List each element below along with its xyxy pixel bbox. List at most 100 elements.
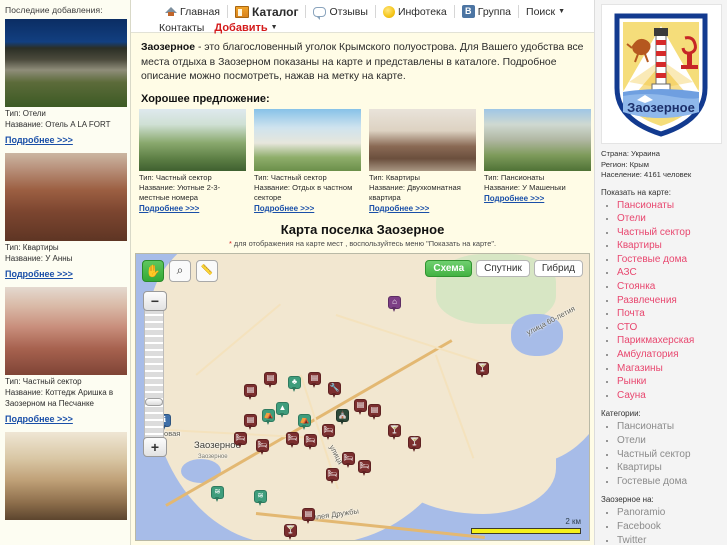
map-pin[interactable]: ⛺ — [298, 413, 311, 430]
zoom-slider[interactable]: − + — [143, 290, 167, 457]
show-on-map-sauna[interactable]: Сауна — [617, 390, 646, 401]
map-pin[interactable]: ▤ — [308, 371, 321, 388]
show-on-map-oteli[interactable]: Отели — [617, 213, 646, 224]
listing-more-link[interactable]: Подробнее >>> — [5, 134, 73, 145]
map-pin[interactable]: 🛏 — [326, 467, 339, 484]
map-pin[interactable]: ▤ — [244, 383, 257, 400]
list-item[interactable]: Facebook — [617, 520, 727, 534]
list-item[interactable]: Гостевые дома — [617, 475, 727, 489]
map-pin[interactable]: ♣ — [288, 375, 301, 392]
map-pin[interactable]: ⛪ — [336, 408, 349, 425]
show-on-map-magaziny[interactable]: Магазины — [617, 363, 663, 374]
list-item[interactable]: Тип: Квартиры Название: У Анны Подробнее… — [0, 153, 130, 287]
nav-item-catalog[interactable]: Каталог — [228, 5, 306, 19]
offer-photo[interactable] — [369, 108, 476, 171]
list-item[interactable]: Магазины — [617, 362, 727, 376]
list-item[interactable]: Сауна — [617, 389, 727, 403]
list-item[interactable]: Парикмахерская — [617, 334, 727, 348]
list-item[interactable]: Квартиры — [617, 461, 727, 475]
map-pin[interactable]: ⌂ — [388, 295, 401, 312]
map-pin[interactable]: 🍸 — [388, 423, 401, 440]
list-item[interactable]: Квартиры — [617, 239, 727, 253]
nav-item-home[interactable]: Главная — [157, 5, 227, 18]
map-pin[interactable]: 🛏 — [286, 431, 299, 448]
list-item[interactable]: Рынки — [617, 375, 727, 389]
show-on-map-ambulatoriya[interactable]: Амбулатория — [617, 349, 679, 360]
nav-item-contacts[interactable]: Контакты — [159, 22, 214, 34]
map-type-satellite-button[interactable]: Спутник — [476, 259, 530, 277]
map-pin[interactable]: 🛏 — [322, 423, 335, 440]
nav-item-group[interactable]: В Группа — [455, 5, 518, 18]
zoom-slider-handle[interactable] — [145, 397, 163, 406]
list-item[interactable]: АЗС — [617, 266, 727, 280]
category-chastny-sektor[interactable]: Частный сектор — [617, 449, 691, 460]
category-oteli[interactable]: Отели — [617, 435, 646, 446]
listing-more-link[interactable]: Подробнее >>> — [5, 268, 73, 279]
nav-item-infoteka[interactable]: Инфотека — [376, 5, 454, 18]
map-pin[interactable]: 🍸 — [408, 435, 421, 452]
offer-card[interactable]: Тип: Частный сектор Название: Отдых в ча… — [254, 108, 361, 214]
show-on-map-rynki[interactable]: Рынки — [617, 376, 646, 387]
listing-photo[interactable] — [5, 153, 127, 241]
social-twitter[interactable]: Twitter — [617, 535, 646, 545]
listing-photo[interactable] — [5, 287, 127, 375]
list-item[interactable]: Тип: Частный сектор Название: Коттедж Ар… — [0, 287, 130, 432]
list-item[interactable]: Отели — [617, 434, 727, 448]
list-item[interactable] — [0, 432, 130, 525]
map-toolbar[interactable]: ✋ ⌕ 📏 — [142, 259, 218, 282]
map-pin[interactable]: ▤ — [302, 507, 315, 524]
social-facebook[interactable]: Facebook — [617, 521, 661, 532]
category-gostevye-doma[interactable]: Гостевые дома — [617, 476, 687, 487]
map-canvas[interactable]: улица 60-летия Садовая Заозерное Заозерн… — [136, 253, 589, 540]
show-on-map-azs[interactable]: АЗС — [617, 267, 637, 278]
list-item[interactable]: Частный сектор — [617, 226, 727, 240]
pan-tool-button[interactable]: ✋ — [142, 259, 164, 282]
nav-item-reviews[interactable]: Отзывы — [306, 6, 374, 20]
list-item[interactable]: Частный сектор — [617, 448, 727, 462]
offer-more-link[interactable]: Подробнее >>> — [484, 193, 544, 204]
map-pin[interactable]: 🍸 — [284, 523, 297, 540]
offer-photo[interactable] — [139, 108, 246, 171]
map-pin[interactable]: 🛏 — [342, 451, 355, 468]
list-item[interactable]: Развлечения — [617, 294, 727, 308]
offer-photo[interactable] — [254, 108, 361, 171]
list-item[interactable]: Пансионаты — [617, 199, 727, 213]
list-item[interactable]: Отели — [617, 212, 727, 226]
category-kvartiry[interactable]: Квартиры — [617, 462, 662, 473]
category-pansionaty[interactable]: Пансионаты — [617, 421, 674, 432]
show-on-map-chastny-sektor[interactable]: Частный сектор — [617, 227, 691, 238]
map-pin[interactable]: ≋ — [211, 485, 224, 502]
map-pin[interactable]: ≋ — [254, 489, 267, 506]
map-pin[interactable]: ⛺ — [262, 408, 275, 425]
map-pin[interactable]: ▤ — [264, 371, 277, 388]
list-item[interactable]: Panoramio — [617, 506, 727, 520]
list-item[interactable]: Амбулатория — [617, 348, 727, 362]
list-item[interactable]: Twitter — [617, 534, 727, 545]
social-panoramio[interactable]: Panoramio — [617, 507, 665, 518]
map-type-hybrid-button[interactable]: Гибрид — [533, 259, 583, 277]
map-pin[interactable]: ▤ — [368, 403, 381, 420]
offer-card[interactable]: Тип: Частный сектор Название: Уютные 2-3… — [139, 108, 246, 214]
show-on-map-pansionaty[interactable]: Пансионаты — [617, 200, 674, 211]
nav-item-add[interactable]: Добавить — [214, 22, 267, 34]
offer-more-link[interactable]: Подробнее >>> — [254, 203, 314, 214]
listing-photo[interactable] — [5, 432, 127, 520]
show-on-map-pochta[interactable]: Почта — [617, 308, 645, 319]
list-item[interactable]: СТО — [617, 321, 727, 335]
map-pin[interactable]: 🍸 — [476, 361, 489, 378]
map-pin[interactable]: 🛏 — [358, 459, 371, 476]
show-on-map-sto[interactable]: СТО — [617, 322, 637, 333]
listing-more-link[interactable]: Подробнее >>> — [5, 413, 73, 424]
list-item[interactable]: Тип: Отели Название: Отель A LA FORT Под… — [0, 19, 130, 153]
show-on-map-gostevye-doma[interactable]: Гостевые дома — [617, 254, 687, 265]
list-item[interactable]: Гостевые дома — [617, 253, 727, 267]
map-viewport[interactable]: улица 60-летия Садовая Заозерное Заозерн… — [135, 252, 590, 541]
show-on-map-kvartiry[interactable]: Квартиры — [617, 240, 662, 251]
offer-more-link[interactable]: Подробнее >>> — [139, 203, 199, 214]
show-on-map-parikmakherskaya[interactable]: Парикмахерская — [617, 335, 694, 346]
map-pin[interactable]: 🛏 — [234, 431, 247, 448]
offer-photo[interactable] — [484, 108, 591, 171]
zoom-select-tool-button[interactable]: ⌕ — [169, 259, 191, 282]
zoom-in-button[interactable]: + — [143, 436, 167, 457]
show-on-map-stoyanka[interactable]: Стоянка — [617, 281, 655, 292]
